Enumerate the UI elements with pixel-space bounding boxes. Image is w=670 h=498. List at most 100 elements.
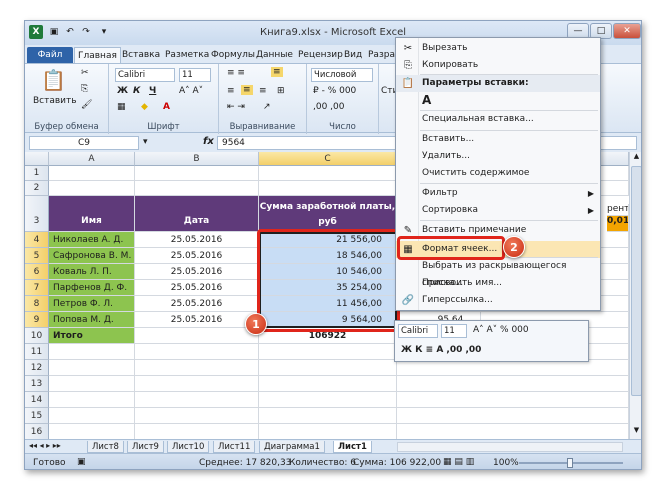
empty-cell[interactable] [49, 376, 135, 392]
tab-file[interactable]: Файл [27, 47, 73, 63]
name-box[interactable]: C9 [29, 136, 139, 150]
mini-toolbar-row1[interactable]: A˄ A˅ % 000 [473, 325, 529, 335]
name-box-dropdown-icon[interactable]: ▾ [143, 137, 148, 147]
row-header[interactable]: 12 [25, 360, 49, 376]
menu-item-9[interactable]: Сортировка ▶ [396, 202, 600, 219]
select-all-corner[interactable] [25, 152, 49, 166]
font-name-combo[interactable]: Calibri [115, 68, 175, 82]
view-normal-icon[interactable]: ▦ ▤ ▥ [443, 457, 474, 467]
undo-icon[interactable]: ↶ [63, 25, 77, 39]
tab-review[interactable]: Рецензир [295, 47, 346, 63]
header-date[interactable]: Дата [135, 196, 259, 232]
orientation-icon[interactable]: ↗ [263, 102, 271, 112]
empty-cell[interactable] [49, 166, 135, 181]
tab-formulas[interactable]: Формулы [208, 47, 258, 63]
tab-insert[interactable]: Вставка [119, 47, 163, 63]
number-format-combo[interactable]: Числовой [311, 68, 373, 82]
sheet-tab[interactable]: Лист10 [167, 441, 210, 453]
sheet-tab[interactable]: Лист9 [127, 441, 164, 453]
row-header[interactable]: 3 [25, 196, 49, 232]
empty-cell[interactable] [259, 376, 397, 392]
empty-cell[interactable] [397, 392, 629, 408]
mini-font-combo[interactable]: Calibri [398, 324, 438, 338]
quick-access-dropdown-icon[interactable]: ▾ [97, 25, 111, 39]
function-icon[interactable]: fx [203, 136, 214, 147]
horizontal-scrollbar[interactable] [397, 442, 623, 452]
empty-cell[interactable] [259, 424, 397, 439]
employee-name-cell[interactable]: Николаев А. Д. [49, 232, 135, 248]
empty-cell[interactable] [135, 360, 259, 376]
italic-button[interactable]: К [133, 86, 140, 96]
empty-cell[interactable] [135, 408, 259, 424]
row-header[interactable]: 13 [25, 376, 49, 392]
sheet-tab[interactable]: Лист11 [213, 441, 256, 453]
mini-size-combo[interactable]: 11 [441, 324, 467, 338]
menu-item-13[interactable]: Присвоить имя... [396, 275, 600, 292]
paste-button[interactable]: Вставить [33, 96, 77, 106]
empty-cell[interactable] [49, 181, 135, 196]
merge-icon[interactable]: ⊞ [277, 86, 285, 96]
empty-cell[interactable] [135, 344, 259, 360]
column-header-c[interactable]: C [259, 152, 397, 166]
empty-cell[interactable] [259, 392, 397, 408]
empty-cell[interactable] [49, 408, 135, 424]
empty-cell[interactable] [259, 360, 397, 376]
fill-color-icon[interactable]: ◆ [141, 102, 148, 112]
font-size-combo[interactable]: 11 [179, 68, 211, 82]
date-cell[interactable]: 25.05.2016 [135, 232, 259, 248]
menu-item-4[interactable]: Специальная вставка... [396, 111, 600, 128]
total-date-cell[interactable] [135, 328, 259, 344]
align-right-icon[interactable]: ≡ [259, 86, 267, 96]
scroll-thumb[interactable] [631, 166, 641, 396]
align-top-icon[interactable]: ≡ ≡ [227, 68, 245, 78]
empty-cell[interactable] [397, 376, 629, 392]
sheet-tab[interactable]: Лист8 [87, 441, 124, 453]
empty-cell[interactable] [397, 408, 629, 424]
row-header[interactable]: 9 [25, 312, 49, 328]
column-header-a[interactable]: A [49, 152, 135, 166]
date-cell[interactable]: 25.05.2016 [135, 296, 259, 312]
right-value-cell[interactable]: 0,01 [607, 216, 629, 232]
indent-icon[interactable]: ⇤ ⇥ [227, 102, 245, 112]
empty-cell[interactable] [259, 181, 397, 196]
row-header[interactable]: 7 [25, 280, 49, 296]
currency-format[interactable]: ₽ - % 000 [313, 86, 356, 96]
sheet-tab[interactable]: Диаграмма1 [259, 441, 325, 453]
row-header[interactable]: 11 [25, 344, 49, 360]
menu-item-0[interactable]: ✂ Вырезать [396, 40, 600, 57]
empty-cell[interactable] [259, 408, 397, 424]
vertical-scrollbar[interactable]: ▲ ▼ [629, 152, 641, 439]
zoom-slider-thumb[interactable] [567, 458, 573, 468]
empty-cell[interactable] [397, 424, 629, 439]
tab-home[interactable]: Главная [74, 47, 121, 63]
menu-item-8[interactable]: Фильтр ▶ [396, 185, 600, 202]
row-header[interactable]: 16 [25, 424, 49, 439]
empty-cell[interactable] [397, 360, 629, 376]
zoom-level[interactable]: 100% [493, 458, 519, 468]
macro-record-icon[interactable]: ▣ [77, 457, 86, 467]
empty-cell[interactable] [259, 166, 397, 181]
row-header[interactable]: 2 [25, 181, 49, 196]
date-cell[interactable]: 25.05.2016 [135, 264, 259, 280]
menu-item-2[interactable]: 📋 Параметры вставки: [396, 75, 600, 92]
employee-name-cell[interactable]: Парфенов Д. Ф. [49, 280, 135, 296]
empty-cell[interactable] [49, 424, 135, 439]
row-header[interactable]: 1 [25, 166, 49, 181]
menu-item-5[interactable]: Вставить... [396, 131, 600, 148]
decimal-buttons[interactable]: ,00 ,00 [313, 102, 345, 112]
header-name[interactable]: Имя [49, 196, 135, 232]
align-center-icon[interactable]: ≡ [241, 85, 253, 95]
wrap-text-icon[interactable]: ≡ [271, 67, 283, 77]
copy-icon[interactable]: ⎘ [81, 84, 88, 94]
menu-item-14[interactable]: 🔗 Гиперссылка... [396, 292, 600, 309]
align-left-icon[interactable]: ≡ [227, 86, 235, 96]
employee-name-cell[interactable]: Сафронова В. М. [49, 248, 135, 264]
employee-name-cell[interactable]: Попова М. Д. [49, 312, 135, 328]
row-header[interactable]: 15 [25, 408, 49, 424]
empty-cell[interactable] [135, 166, 259, 181]
save-icon[interactable]: ▣ [47, 25, 61, 39]
employee-name-cell[interactable]: Коваль Л. П. [49, 264, 135, 280]
row-header[interactable]: 6 [25, 264, 49, 280]
borders-icon[interactable]: ▦ [117, 102, 126, 112]
row-header[interactable]: 5 [25, 248, 49, 264]
